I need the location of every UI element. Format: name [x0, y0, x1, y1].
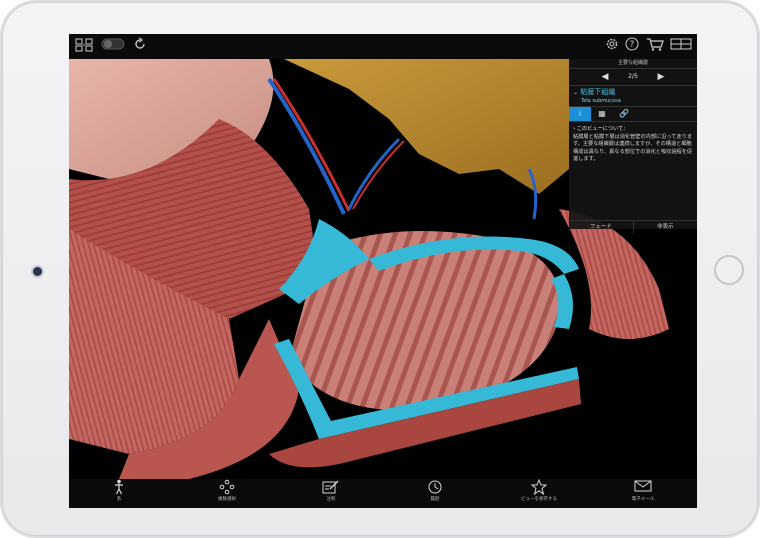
- history-icon: [405, 479, 465, 496]
- fade-button[interactable]: フェード: [569, 221, 633, 233]
- next-arrow-icon[interactable]: ▶: [651, 69, 671, 85]
- annotate-icon: [301, 479, 361, 496]
- bottom-label: 電子メール: [631, 497, 655, 502]
- mail-icon: [613, 479, 673, 496]
- prev-arrow-icon[interactable]: ◀: [595, 69, 615, 85]
- body-text: 粘膜層と粘膜下層は消化管壁の内部に沿って走ります。主要な組織層は連続しますが、そ…: [573, 133, 693, 163]
- page-indicator: 2/5: [628, 73, 638, 80]
- title-jp: 粘膜下組織: [580, 88, 616, 96]
- bottom-item-history[interactable]: 履歴: [405, 479, 465, 508]
- bottom-label: 系: [116, 497, 122, 502]
- layers-icon[interactable]: [73, 37, 95, 56]
- views-icon[interactable]: [669, 37, 693, 56]
- info-panel: 主要な組織層 ◀ 2/5 ▶ ⌄ 粘膜下組織 Tela submucosa i …: [569, 59, 697, 233]
- panel-body: › このビューについて： 粘膜層と粘膜下層は消化管壁の内部に沿って走ります。主要…: [569, 122, 697, 220]
- chevron-right-icon[interactable]: ›: [573, 126, 575, 132]
- camera-icon: [33, 267, 42, 276]
- panel-tabs: i ▦ 🔗: [569, 107, 697, 122]
- bottom-item-multiselect[interactable]: 複数選択: [197, 479, 257, 508]
- bottom-toolbar: 系 複数選択 注釈 履歴 ビューを保存する 電子メール: [69, 478, 697, 508]
- multiselect-icon: [197, 479, 257, 496]
- panel-footer: フェード 非表示: [569, 220, 697, 233]
- reset-icon[interactable]: [131, 37, 149, 56]
- bottom-item-email[interactable]: 電子メール: [613, 479, 673, 508]
- bottom-item-save-view[interactable]: ビューを保存する: [509, 478, 569, 508]
- tab-list[interactable]: ▦: [591, 107, 613, 121]
- structure-title: ⌄ 粘膜下組織 Tela submucosa: [569, 86, 697, 107]
- top-toolbar: ?: [69, 34, 697, 59]
- bottom-item-annotate[interactable]: 注釈: [301, 479, 361, 508]
- hide-button[interactable]: 非表示: [632, 221, 698, 233]
- tablet-frame: ? 主要な組織層 ◀ 2/5 ▶ ⌄ 粘膜下組織 Tela submucosa …: [2, 2, 758, 536]
- panel-header: 主要な組織層: [569, 59, 697, 69]
- home-button[interactable]: [714, 255, 744, 285]
- tab-info[interactable]: i: [569, 107, 591, 121]
- chevron-down-icon[interactable]: ⌄: [573, 89, 578, 96]
- bottom-label: ビューを保存する: [521, 497, 557, 502]
- app-screen: ? 主要な組織層 ◀ 2/5 ▶ ⌄ 粘膜下組織 Tela submucosa …: [69, 34, 697, 508]
- bottom-item-system[interactable]: 系: [89, 479, 149, 508]
- title-latin: Tela submucosa: [581, 98, 621, 104]
- toggle-icon[interactable]: [101, 37, 125, 56]
- star-icon: [509, 478, 569, 496]
- panel-nav: ◀ 2/5 ▶: [569, 69, 697, 86]
- bottom-label: 履歴: [430, 497, 440, 502]
- bottom-label: 複数選択: [218, 497, 236, 502]
- bottom-label: 注釈: [326, 497, 336, 502]
- anatomy-icon: [89, 479, 149, 496]
- cart-icon[interactable]: [645, 37, 665, 56]
- tab-link[interactable]: 🔗: [613, 107, 635, 121]
- help-glyph: ?: [630, 40, 635, 50]
- help-icon[interactable]: ?: [623, 37, 641, 56]
- settings-icon[interactable]: [603, 37, 621, 56]
- body-heading: このビューについて：: [576, 126, 629, 132]
